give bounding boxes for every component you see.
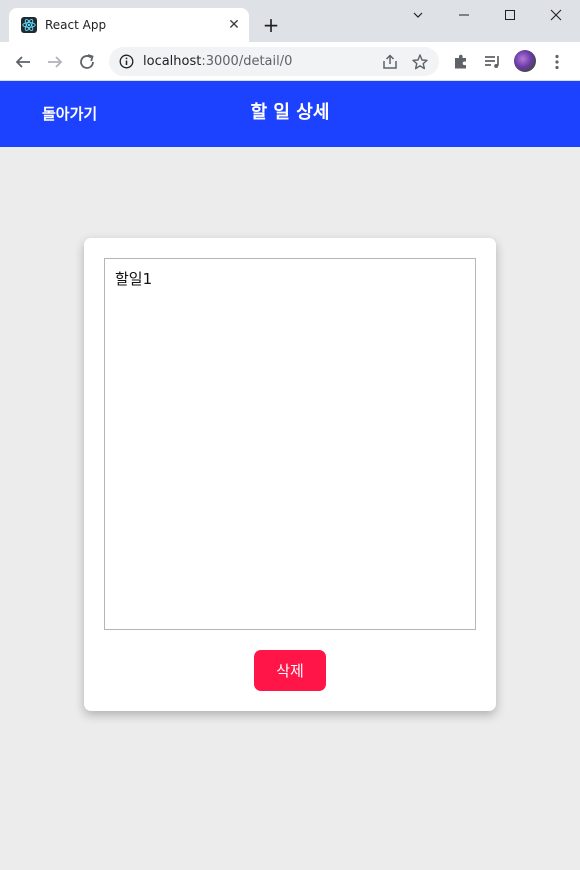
browser-toolbar: localhost:3000/detail/0 <box>0 42 580 81</box>
media-queue-icon[interactable] <box>483 52 503 72</box>
maximize-icon[interactable] <box>487 4 533 28</box>
new-tab-button[interactable]: + <box>259 14 283 38</box>
url-text: localhost:3000/detail/0 <box>143 53 292 70</box>
address-bar[interactable]: localhost:3000/detail/0 <box>109 47 439 76</box>
tab-close-icon[interactable]: ✕ <box>225 16 243 34</box>
react-favicon-icon <box>21 17 37 33</box>
url-host: localhost <box>143 54 202 69</box>
tab-title: React App <box>45 18 107 32</box>
bookmark-star-icon[interactable] <box>411 53 429 71</box>
delete-button[interactable]: 삭제 <box>254 650 326 691</box>
site-info-icon[interactable] <box>119 54 134 69</box>
reload-icon[interactable] <box>74 49 100 75</box>
back-arrow-icon[interactable] <box>10 49 36 75</box>
window-close-icon[interactable] <box>533 4 579 28</box>
kebab-menu-icon[interactable] <box>547 52 567 72</box>
extensions-icon[interactable] <box>451 52 471 72</box>
profile-avatar[interactable] <box>514 50 536 72</box>
share-icon[interactable] <box>381 53 399 71</box>
url-path: :3000/detail/0 <box>201 54 293 69</box>
browser-tab[interactable]: React App ✕ <box>9 8 249 42</box>
minimize-icon[interactable] <box>441 4 487 28</box>
browser-tabstrip: React App ✕ + <box>0 0 580 42</box>
chevron-down-icon[interactable] <box>395 4 441 28</box>
forward-arrow-icon[interactable] <box>42 49 68 75</box>
todo-detail-card: 할일1 삭제 <box>84 238 496 711</box>
app-header: 돌아가기 할 일 상세 <box>0 81 580 147</box>
page-title: 할 일 상세 <box>250 102 330 123</box>
todo-text-area[interactable]: 할일1 <box>104 258 476 630</box>
